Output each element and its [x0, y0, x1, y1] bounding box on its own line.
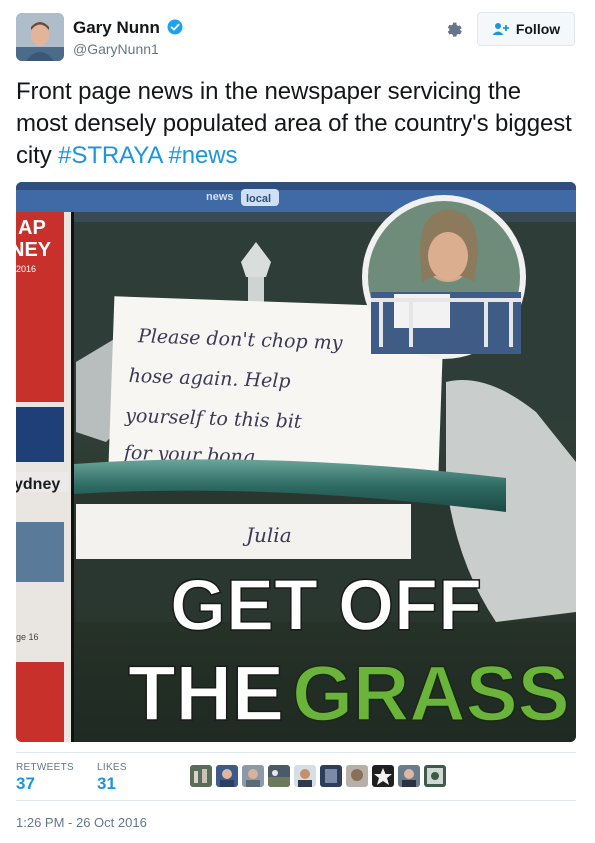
gear-icon[interactable]: [443, 19, 465, 41]
hashtag-straya[interactable]: #STRAYA: [58, 142, 162, 169]
divider-top: [16, 752, 576, 753]
likes-label: LIKES: [97, 762, 127, 773]
liker-avatar[interactable]: [216, 765, 238, 787]
masthead-local: local: [246, 193, 271, 205]
liker-avatar[interactable]: [190, 765, 212, 787]
liker-avatar[interactable]: [372, 765, 394, 787]
verified-badge-icon: [167, 19, 183, 35]
side-text-ap: AP: [18, 217, 46, 239]
hashtag-news[interactable]: #news: [169, 142, 238, 169]
masthead-news: news: [206, 191, 234, 203]
retweets-label: RETWEETS: [16, 762, 74, 773]
side-text-page: ge 16: [16, 632, 39, 642]
divider-bottom: [16, 800, 576, 801]
liker-avatar[interactable]: [424, 765, 446, 787]
tweet-photo[interactable]: AP NEY 2016 ydney M ax ge 16 news local …: [16, 182, 576, 742]
user-handle[interactable]: @GaryNunn1: [73, 41, 159, 57]
liker-avatar[interactable]: [346, 765, 368, 787]
side-text-ney: NEY: [16, 239, 52, 261]
note-signature: Julia: [242, 523, 292, 547]
user-avatar[interactable]: [16, 13, 64, 61]
headline-line-1: GET OFF: [170, 566, 482, 646]
liker-avatar[interactable]: [320, 765, 342, 787]
headline-grass: GRASS: [292, 649, 569, 737]
likers-list: [190, 765, 446, 787]
side-text-sydney: ydney: [16, 476, 60, 493]
add-user-icon: [492, 23, 509, 35]
side-text-year: 2016: [16, 264, 36, 274]
retweets-count[interactable]: 37: [16, 774, 35, 794]
follow-label: Follow: [515, 21, 561, 37]
liker-avatar[interactable]: [398, 765, 420, 787]
newspaper-photo: AP NEY 2016 ydney M ax ge 16 news local …: [16, 182, 576, 742]
liker-avatar[interactable]: [294, 765, 316, 787]
user-name[interactable]: Gary Nunn: [73, 18, 160, 38]
avatar-photo: [16, 13, 64, 61]
tweet-timestamp[interactable]: 1:26 PM - 26 Oct 2016: [16, 815, 147, 830]
liker-avatar[interactable]: [242, 765, 264, 787]
liker-avatar[interactable]: [268, 765, 290, 787]
tweet-text: Front page news in the newspaper servici…: [16, 76, 576, 172]
headline-the: THE: [128, 649, 284, 737]
likes-count[interactable]: 31: [97, 774, 116, 794]
follow-button[interactable]: Follow: [477, 12, 575, 46]
